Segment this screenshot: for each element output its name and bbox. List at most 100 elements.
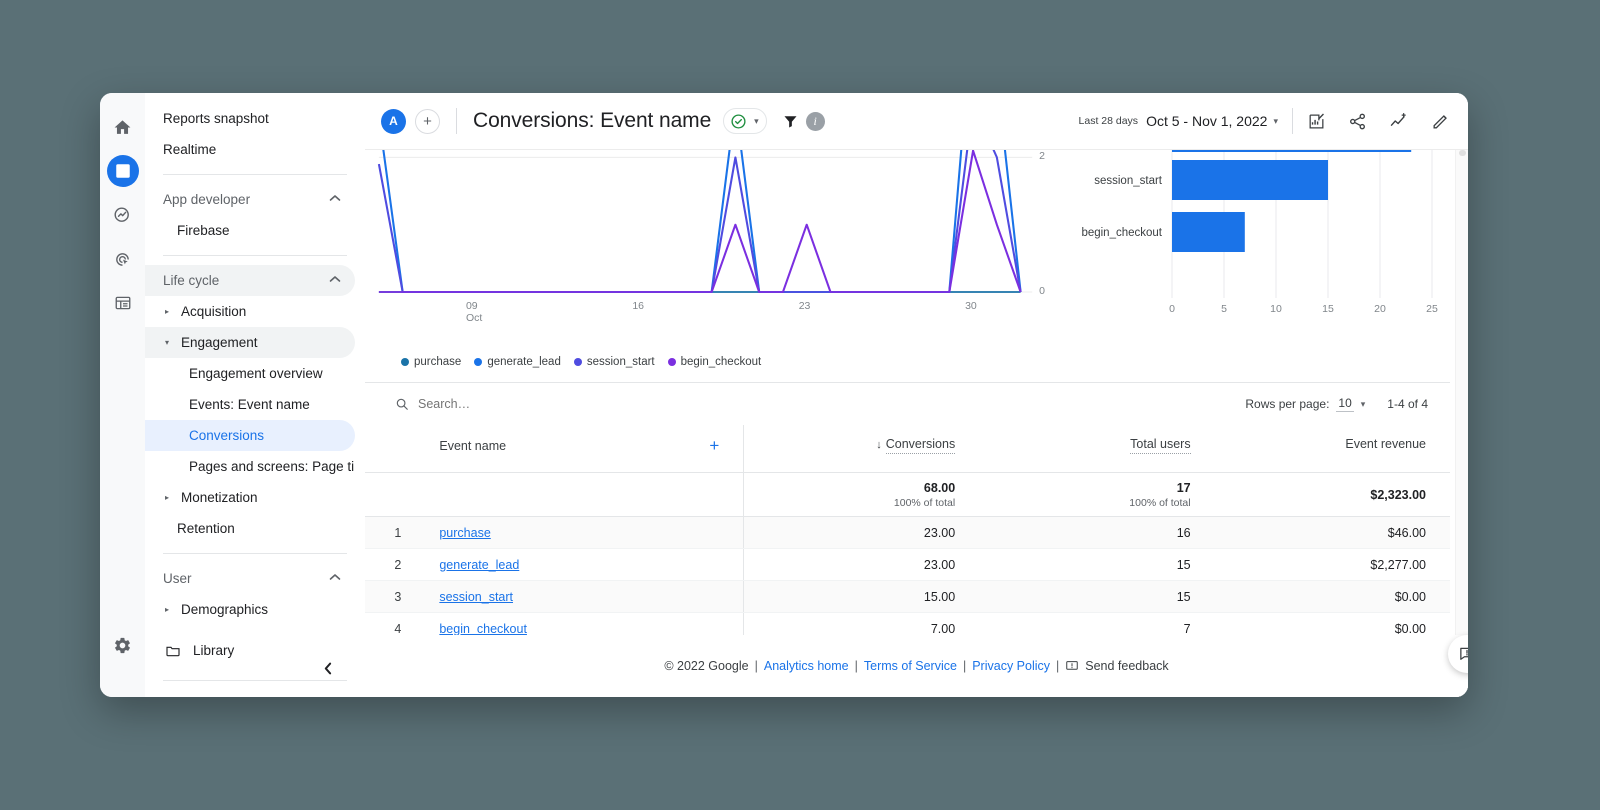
sidebar-item-label: Monetization	[181, 490, 258, 505]
insights-icon[interactable]	[1389, 111, 1409, 131]
sidebar-group-engagement[interactable]: ▾ Engagement	[145, 327, 355, 358]
sort-desc-icon: ↓	[876, 439, 882, 451]
legend-item[interactable]: purchase	[401, 356, 461, 368]
col-conversions-label: Conversions	[885, 437, 956, 454]
scrollbar-thumb[interactable]	[1459, 150, 1466, 156]
library-table-icon[interactable]	[107, 287, 139, 319]
sidebar-collapse-button[interactable]	[315, 655, 341, 681]
advertising-target-icon[interactable]	[107, 243, 139, 275]
totals-conversions-sub: 100% of total	[893, 496, 956, 509]
reports-bar-chart-icon[interactable]	[106, 155, 139, 187]
legend-item[interactable]: begin_checkout	[667, 356, 762, 368]
conversions-line-chart[interactable]: 09 16 23 30 Oct 0 2	[365, 150, 1060, 350]
footer-separator: |	[754, 659, 758, 673]
col-event-revenue-header[interactable]: Event revenue	[1214, 425, 1450, 473]
page-title: Conversions: Event name	[473, 109, 712, 132]
sidebar-section-label: Life cycle	[163, 273, 220, 288]
top-toolbar: A + Conversions: Event name ▾ i Last 28 …	[365, 93, 1468, 149]
event-name-link[interactable]: generate_lead	[439, 558, 519, 572]
col-total-users-label: Total users	[1130, 437, 1191, 454]
legend-item[interactable]: session_start	[573, 356, 655, 368]
col-index-header	[365, 425, 416, 473]
chevron-down-icon[interactable]: ▾	[1361, 399, 1366, 410]
sidebar-divider-3	[163, 553, 347, 554]
sidebar-item-pages-and-screens[interactable]: Pages and screens: Page ti…	[145, 451, 355, 482]
rows-per-page-value[interactable]: 10	[1336, 396, 1354, 412]
col-total-users-header[interactable]: Total users	[979, 425, 1215, 473]
add-dimension-icon[interactable]: +	[709, 437, 719, 454]
svg-text:15: 15	[1322, 303, 1334, 315]
table-row[interactable]: 2 generate_lead 23.00 15 $2,277.00	[365, 548, 1450, 581]
col-conversions-header[interactable]: ↓ Conversions	[743, 425, 980, 473]
share-icon[interactable]	[1348, 112, 1367, 131]
privacy-policy-link[interactable]: Privacy Policy	[972, 659, 1050, 673]
report-status-dropdown[interactable]: ▾	[723, 108, 767, 134]
add-comparison-button[interactable]: +	[415, 108, 440, 134]
terms-of-service-link[interactable]: Terms of Service	[864, 659, 957, 673]
event-name-link[interactable]: begin_checkout	[439, 622, 527, 636]
legend-label: begin_checkout	[680, 356, 762, 368]
row-conversions-cell: 23.00	[743, 516, 980, 549]
avatar[interactable]: A	[381, 108, 406, 134]
analytics-home-link[interactable]: Analytics home	[764, 659, 849, 673]
chevron-down-icon[interactable]: ▾	[1273, 116, 1278, 127]
chevron-up-icon	[329, 194, 341, 205]
sidebar-divider-2	[163, 255, 347, 256]
table-totals-row: 68.00 100% of total 17 100% of total $2,…	[365, 472, 1450, 517]
sidebar-item-reports-snapshot[interactable]: Reports snapshot	[145, 103, 355, 134]
chevron-up-icon	[329, 275, 341, 286]
home-icon[interactable]	[107, 111, 139, 143]
event-name-link[interactable]: purchase	[439, 526, 490, 540]
comparison-edit-icon[interactable]	[1307, 112, 1326, 131]
sidebar-item-label: Pages and screens: Page ti…	[189, 459, 355, 474]
sidebar-section-life-cycle[interactable]: Life cycle	[145, 265, 355, 296]
sidebar-group-monetization[interactable]: ▸ Monetization	[145, 482, 355, 513]
left-nav-sidebar: Reports snapshot Realtime App developer …	[145, 93, 365, 697]
date-range-picker[interactable]: Oct 5 - Nov 1, 2022	[1146, 113, 1267, 129]
table-head: Event name + ↓ Conversions Total users E…	[365, 425, 1450, 473]
sidebar-group-demographics[interactable]: ▸ Demographics	[145, 594, 355, 625]
event-name-link[interactable]: session_start	[439, 590, 513, 604]
sidebar-item-conversions[interactable]: Conversions	[145, 420, 355, 451]
sidebar-item-label: Realtime	[163, 142, 217, 157]
legend-item[interactable]: generate_lead	[474, 356, 561, 368]
sidebar-item-events-event-name[interactable]: Events: Event name	[145, 389, 355, 420]
table-toolbar: Rows per page: 10 ▾ 1-4 of 4	[365, 383, 1450, 425]
sidebar-section-app-developer[interactable]: App developer	[145, 184, 355, 215]
sidebar-item-engagement-overview[interactable]: Engagement overview	[145, 358, 355, 389]
sidebar-item-realtime[interactable]: Realtime	[145, 134, 355, 165]
legend-label: generate_lead	[487, 356, 561, 368]
vertical-scrollbar[interactable]	[1455, 150, 1468, 697]
explore-icon[interactable]	[107, 199, 139, 231]
send-feedback-button[interactable]: Send feedback	[1065, 659, 1169, 673]
toolbar-divider	[456, 108, 457, 134]
filter-funnel-icon[interactable]	[782, 113, 799, 130]
row-total-users-cell: 15	[979, 548, 1215, 581]
x-axis-tick-label: 30	[965, 300, 977, 312]
search-input[interactable]	[418, 397, 648, 411]
search-box[interactable]	[395, 397, 648, 411]
sidebar-item-label: Events: Event name	[189, 397, 310, 412]
charts-row: 09 16 23 30 Oct 0 2 session_start begin_checkou…	[365, 150, 1450, 350]
toolbar-divider-2	[1292, 108, 1293, 134]
svg-text:10: 10	[1270, 303, 1282, 315]
sidebar-item-firebase[interactable]: Firebase	[145, 215, 355, 246]
row-event-name-cell: session_start	[415, 580, 745, 613]
sidebar-item-retention[interactable]: Retention	[145, 513, 355, 544]
sidebar-section-user[interactable]: User	[145, 563, 355, 594]
row-conversions-cell: 15.00	[743, 580, 980, 613]
gear-icon[interactable]	[107, 629, 139, 661]
sidebar-item-label: Firebase	[177, 223, 230, 238]
sidebar-item-label: Acquisition	[181, 304, 247, 319]
page-footer: © 2022 Google | Analytics home | Terms o…	[365, 635, 1468, 697]
conversions-bar-chart[interactable]: session_start begin_checkout 0 5 10 15 20 25	[1060, 150, 1450, 350]
table-row[interactable]: 3 session_start 15.00 15 $0.00	[365, 580, 1450, 613]
table-row[interactable]: 1 purchase 23.00 16 $46.00	[365, 516, 1450, 549]
info-icon[interactable]: i	[805, 111, 825, 131]
send-feedback-label: Send feedback	[1085, 659, 1169, 673]
edit-pencil-icon[interactable]	[1431, 112, 1450, 131]
row-total-users-cell: 15	[979, 580, 1215, 613]
chevron-up-icon	[329, 573, 341, 584]
sidebar-group-acquisition[interactable]: ▸ Acquisition	[145, 296, 355, 327]
sidebar-section-label: App developer	[163, 192, 251, 207]
